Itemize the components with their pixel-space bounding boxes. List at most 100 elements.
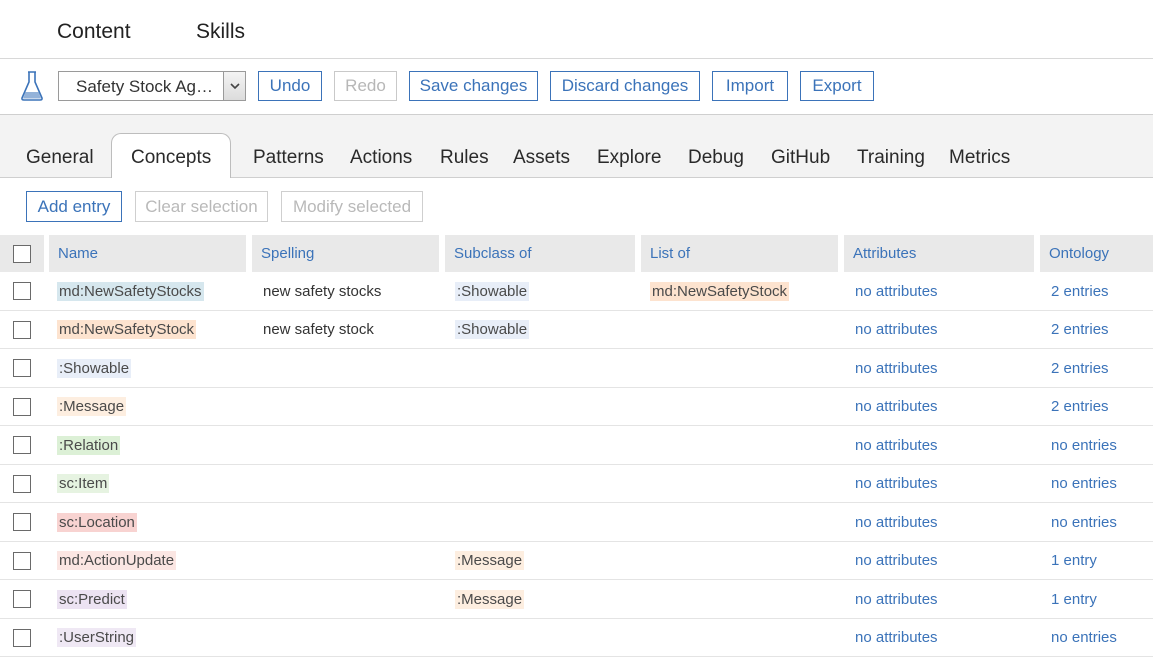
ontology-link-cell: no entries — [1051, 426, 1151, 464]
row-checkbox[interactable] — [13, 282, 31, 300]
row-checkbox[interactable] — [13, 436, 31, 454]
concept-name: md:NewSafetyStocks — [57, 281, 204, 301]
concept-subclass-cell — [455, 388, 635, 426]
table-row[interactable]: sc:Predict :Message no attributes 1 entry — [0, 580, 1153, 619]
nav-content[interactable]: Content — [57, 20, 131, 44]
concept-name-cell: md:NewSafetyStocks — [57, 272, 247, 310]
header-ontology[interactable]: Ontology — [1040, 235, 1153, 272]
attributes-link[interactable]: no attributes — [855, 475, 938, 492]
table-header: Name Spelling Subclass of List of Attrib… — [0, 235, 1153, 272]
concept-list-of-cell — [650, 388, 838, 426]
concept-name-cell: :Showable — [57, 349, 247, 387]
row-checkbox[interactable] — [13, 628, 31, 647]
header-name[interactable]: Name — [49, 235, 246, 272]
ontology-link[interactable]: 1 entry — [1051, 552, 1097, 569]
row-checkbox[interactable] — [13, 474, 31, 493]
tab-concepts[interactable]: Concepts — [111, 133, 232, 179]
concept-name-cell: :UserString — [57, 619, 247, 657]
import-button[interactable]: Import — [712, 71, 788, 101]
tab-general[interactable]: General — [26, 147, 94, 169]
clear-selection-button[interactable]: Clear selection — [135, 191, 268, 222]
attributes-link[interactable]: no attributes — [855, 591, 938, 608]
concept-name-cell: :Message — [57, 388, 247, 426]
tab-training[interactable]: Training — [857, 147, 925, 169]
row-checkbox[interactable] — [13, 320, 31, 339]
header-list-of[interactable]: List of — [641, 235, 838, 272]
table-row[interactable]: md:NewSafetyStocks new safety stocks:Show… — [0, 272, 1153, 311]
attributes-link-cell: no attributes — [855, 503, 1035, 541]
tab-debug[interactable]: Debug — [688, 147, 744, 169]
attributes-link[interactable]: no attributes — [855, 321, 938, 338]
ontology-link[interactable]: no entries — [1051, 629, 1117, 646]
attributes-link[interactable]: no attributes — [855, 629, 938, 646]
row-checkbox[interactable] — [13, 359, 31, 377]
workspace-select[interactable]: Safety Stock Ag… — [58, 71, 246, 101]
save-changes-button[interactable]: Save changes — [409, 71, 538, 101]
attributes-link[interactable]: no attributes — [855, 283, 938, 300]
select-all-checkbox[interactable] — [13, 245, 31, 263]
chevron-down-icon[interactable] — [223, 72, 245, 100]
concept-spelling-cell — [263, 619, 441, 657]
tab-github[interactable]: GitHub — [771, 147, 830, 169]
concept-spelling-cell — [263, 426, 441, 464]
ontology-link[interactable]: 1 entry — [1051, 591, 1097, 608]
concept-name: sc:Item — [57, 474, 110, 493]
tab-metrics[interactable]: Metrics — [949, 147, 1010, 169]
modify-selected-button[interactable]: Modify selected — [281, 191, 423, 222]
attributes-link[interactable]: no attributes — [855, 437, 938, 454]
concept-subclass-cell: :Message — [455, 580, 635, 618]
concept-spelling-cell — [263, 580, 441, 618]
header-subclass-of[interactable]: Subclass of — [445, 235, 635, 272]
tab-assets[interactable]: Assets — [513, 147, 570, 169]
add-entry-button[interactable]: Add entry — [26, 191, 122, 222]
table-row[interactable]: sc:Location no attributes no entries — [0, 503, 1153, 542]
ontology-link[interactable]: 2 entries — [1051, 321, 1109, 338]
concept-subclass-cell: :Message — [455, 542, 635, 580]
ontology-link[interactable]: no entries — [1051, 437, 1117, 454]
tab-actions[interactable]: Actions — [350, 147, 412, 169]
table-row[interactable]: :Showable no attributes 2 entries — [0, 349, 1153, 388]
table-row[interactable]: :UserString no attributes no entries — [0, 619, 1153, 657]
attributes-link[interactable]: no attributes — [855, 360, 938, 377]
concept-name-cell: sc:Item — [57, 465, 247, 503]
table-row[interactable]: :Message no attributes 2 entries — [0, 388, 1153, 426]
nav-skills[interactable]: Skills — [196, 20, 245, 44]
table-row[interactable]: md:ActionUpdate:Message no attributes 1 en… — [0, 542, 1153, 580]
table-row[interactable]: sc:Item no attributes no entries — [0, 465, 1153, 503]
ontology-link[interactable]: 2 entries — [1051, 398, 1109, 415]
concept-list-of-cell — [650, 619, 838, 657]
row-checkbox[interactable] — [13, 551, 31, 570]
concept-name: sc:Location — [57, 512, 137, 532]
tab-explore[interactable]: Explore — [597, 147, 661, 169]
export-button[interactable]: Export — [800, 71, 874, 101]
ontology-link-cell: no entries — [1051, 465, 1151, 503]
attributes-link-cell: no attributes — [855, 311, 1035, 349]
ontology-link[interactable]: 2 entries — [1051, 283, 1109, 300]
tab-rules[interactable]: Rules — [440, 147, 489, 169]
table-row[interactable]: md:NewSafetyStock new safety stock:Showab… — [0, 311, 1153, 349]
concept-spelling-cell — [263, 388, 441, 426]
tab-patterns[interactable]: Patterns — [253, 147, 324, 169]
attributes-link[interactable]: no attributes — [855, 514, 938, 531]
row-checkbox[interactable] — [13, 590, 31, 608]
redo-button[interactable]: Redo — [334, 71, 397, 101]
ontology-link[interactable]: no entries — [1051, 475, 1117, 492]
ontology-link[interactable]: no entries — [1051, 514, 1117, 531]
concept-spelling-cell — [263, 503, 441, 541]
row-checkbox[interactable] — [13, 513, 31, 531]
ontology-link[interactable]: 2 entries — [1051, 360, 1109, 377]
table-row[interactable]: :Relation no attributes no entries — [0, 426, 1153, 465]
discard-changes-button[interactable]: Discard changes — [550, 71, 700, 101]
attributes-link-cell: no attributes — [855, 465, 1035, 503]
header-spelling[interactable]: Spelling — [252, 235, 439, 272]
concept-name: sc:Predict — [57, 589, 127, 609]
concept-spelling-cell — [263, 542, 441, 580]
undo-button[interactable]: Undo — [258, 71, 322, 101]
header-attributes[interactable]: Attributes — [844, 235, 1034, 272]
attributes-link[interactable]: no attributes — [855, 552, 938, 569]
concept-name-cell: sc:Predict — [57, 580, 247, 618]
attributes-link[interactable]: no attributes — [855, 398, 938, 415]
concept-subclass: :Showable — [455, 281, 530, 301]
row-checkbox[interactable] — [13, 397, 31, 416]
ontology-link-cell: 2 entries — [1051, 349, 1151, 387]
